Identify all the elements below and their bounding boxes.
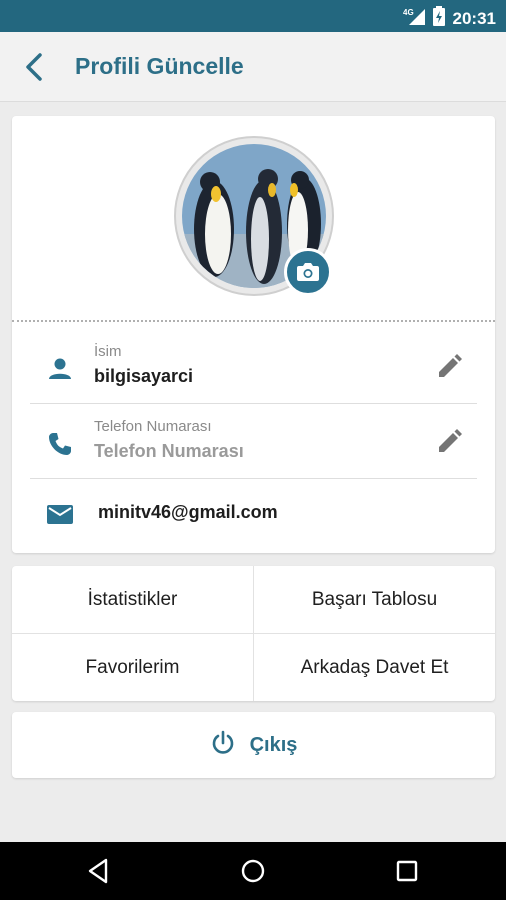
phone-icon — [46, 430, 74, 458]
separator — [30, 478, 477, 479]
name-field[interactable]: İsim bilgisayarci — [12, 331, 495, 405]
invite-friend-button[interactable]: Arkadaş Davet Et — [254, 634, 495, 701]
grid-divider-horizontal — [12, 633, 495, 634]
edit-name-icon[interactable] — [435, 353, 463, 381]
camera-icon[interactable] — [284, 248, 332, 296]
nav-home-icon[interactable] — [238, 856, 268, 886]
battery-icon — [432, 6, 445, 31]
email-field: minitv46@gmail.com — [12, 482, 495, 556]
phone-field[interactable]: Telefon Numarası Telefon Numarası — [12, 406, 495, 480]
leaderboard-button[interactable]: Başarı Tablosu — [254, 566, 495, 633]
menu-grid: İstatistikler Başarı Tablosu Favorilerim… — [12, 566, 495, 701]
nav-recents-icon[interactable] — [392, 856, 422, 886]
person-icon — [46, 355, 74, 383]
status-time: 20:31 — [452, 8, 496, 28]
logout-label: Çıkış — [249, 733, 298, 756]
logout-button[interactable]: Çıkış — [12, 712, 495, 778]
phone-label: Telefon Numarası — [94, 418, 212, 435]
divider — [12, 320, 495, 322]
name-label: İsim — [94, 343, 122, 360]
profile-card: İsim bilgisayarci Telefon Numarası Telef… — [12, 116, 495, 553]
separator — [30, 403, 477, 404]
edit-phone-icon[interactable] — [435, 428, 463, 456]
avatar[interactable] — [174, 136, 334, 296]
nav-back-icon[interactable] — [84, 856, 114, 886]
email-icon — [46, 500, 74, 528]
svg-text:4G: 4G — [403, 8, 414, 17]
name-value: bilgisayarci — [94, 366, 194, 386]
network-icon: 4G — [403, 7, 425, 30]
phone-value: Telefon Numarası — [94, 441, 244, 461]
email-value: minitv46@gmail.com — [98, 502, 278, 522]
page-title: Profili Güncelle — [75, 53, 244, 79]
navigation-bar — [0, 842, 506, 900]
app-bar: Profili Güncelle — [0, 32, 506, 102]
status-bar: 4G 20:31 — [0, 0, 506, 32]
back-arrow-icon[interactable] — [18, 49, 54, 85]
power-icon — [210, 730, 236, 761]
statistics-button[interactable]: İstatistikler — [12, 566, 253, 633]
favorites-button[interactable]: Favorilerim — [12, 634, 253, 701]
